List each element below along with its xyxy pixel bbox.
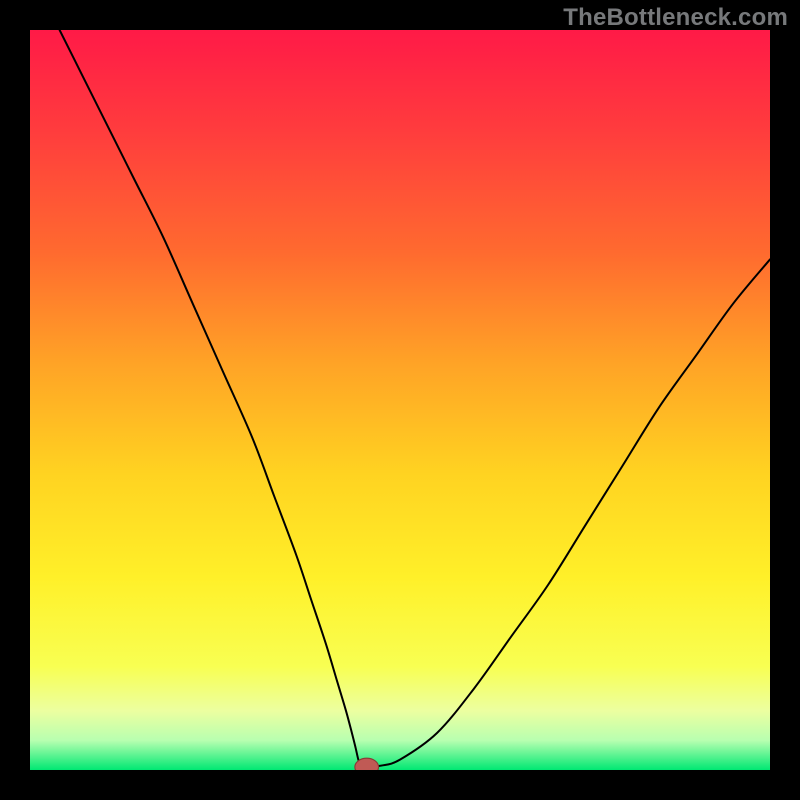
bottleneck-plot: [30, 30, 770, 770]
plot-background: [30, 30, 770, 770]
watermark-text: TheBottleneck.com: [563, 4, 788, 32]
chart-frame: TheBottleneck.com: [0, 0, 800, 800]
